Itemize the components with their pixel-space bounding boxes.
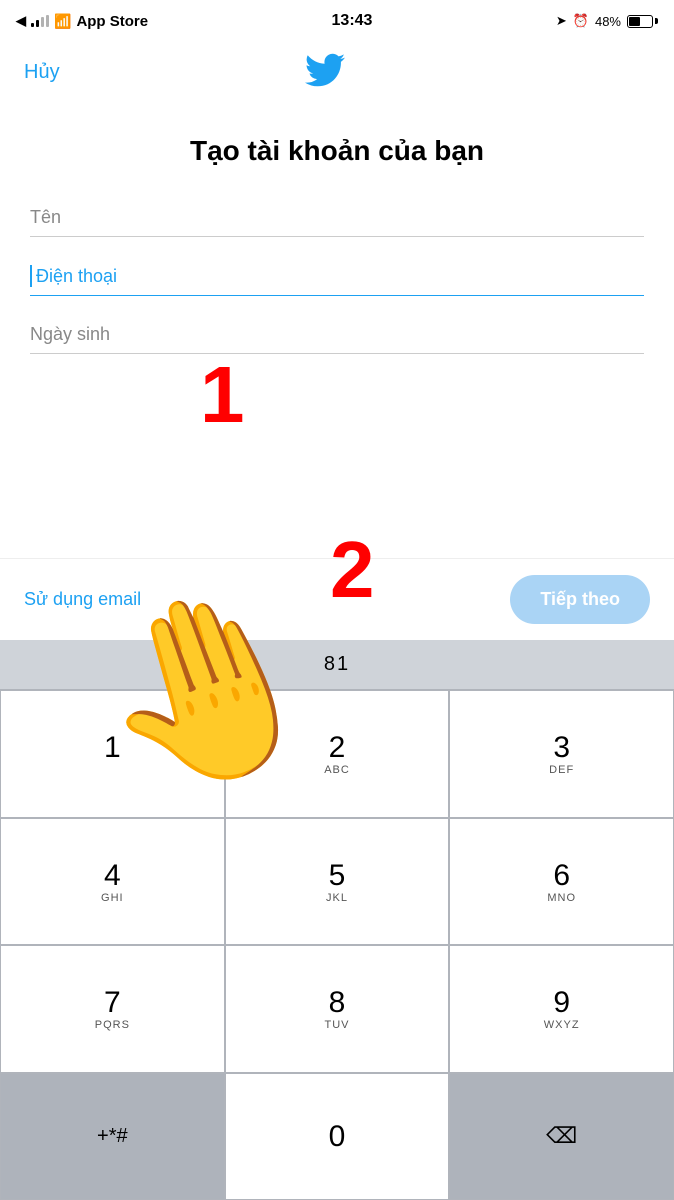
key-6[interactable]: 6 MNO bbox=[449, 818, 674, 946]
form-area: Tạo tài khoản của bạn Tên Điện thoại Ngà… bbox=[0, 105, 674, 402]
key-special[interactable]: +*# bbox=[0, 1073, 225, 1200]
key-4[interactable]: 4 GHI bbox=[0, 818, 225, 946]
key-1[interactable]: 1 bbox=[0, 690, 225, 818]
key-3[interactable]: 3 DEF bbox=[449, 690, 674, 818]
key-8[interactable]: 8 TUV bbox=[225, 945, 450, 1073]
carrier-label: App Store bbox=[76, 13, 148, 30]
key-5-letters: JKL bbox=[326, 892, 348, 904]
keyboard-row-3: 7 PQRS 8 TUV 9 WXYZ bbox=[0, 945, 674, 1073]
status-right: ➤ ⏰ 48% bbox=[556, 13, 658, 29]
use-email-button[interactable]: Sử dụng email bbox=[24, 589, 141, 610]
keyboard-row-4: +*# 0 ⌫ bbox=[0, 1073, 674, 1200]
key-6-num: 6 bbox=[553, 859, 570, 892]
key-5[interactable]: 5 JKL bbox=[225, 818, 450, 946]
battery-percent: 48% bbox=[595, 14, 621, 29]
header-nav: Hủy bbox=[0, 40, 674, 105]
cancel-button[interactable]: Hủy bbox=[24, 61, 60, 84]
key-7-num: 7 bbox=[104, 986, 121, 1019]
text-cursor bbox=[30, 265, 32, 287]
dob-label: Ngày sinh bbox=[30, 324, 644, 345]
phone-input-group[interactable]: Điện thoại bbox=[30, 265, 644, 296]
key-9[interactable]: 9 WXYZ bbox=[449, 945, 674, 1073]
step-2-annotation: 2 bbox=[330, 530, 375, 610]
key-4-letters: GHI bbox=[101, 892, 124, 904]
key-6-letters: MNO bbox=[547, 892, 576, 904]
status-left: ◀ 📶 App Store bbox=[16, 13, 148, 30]
key-9-letters: WXYZ bbox=[544, 1019, 580, 1031]
key-2[interactable]: 2 ABC bbox=[225, 690, 450, 818]
key-8-letters: TUV bbox=[325, 1019, 350, 1031]
alarm-icon: ⏰ bbox=[573, 13, 589, 29]
key-3-letters: DEF bbox=[549, 764, 574, 776]
key-9-num: 9 bbox=[553, 986, 570, 1019]
keyboard-top-bar: 81 bbox=[0, 640, 674, 690]
key-delete[interactable]: ⌫ bbox=[449, 1073, 674, 1200]
key-5-num: 5 bbox=[329, 859, 346, 892]
status-time: 13:43 bbox=[332, 12, 373, 30]
key-7[interactable]: 7 PQRS bbox=[0, 945, 225, 1073]
keyboard-display: 81 bbox=[324, 653, 350, 676]
keyboard-row-1: 1 2 ABC 3 DEF bbox=[0, 690, 674, 818]
form-title: Tạo tài khoản của bạn bbox=[30, 135, 644, 167]
key-1-num: 1 bbox=[104, 731, 121, 764]
status-bar: ◀ 📶 App Store 13:43 ➤ ⏰ 48% bbox=[0, 0, 674, 40]
wifi-icon: 📶 bbox=[54, 13, 71, 30]
phone-label: Điện thoại bbox=[36, 266, 117, 287]
name-label: Tên bbox=[30, 207, 644, 228]
battery-icon bbox=[627, 15, 658, 28]
step-1-annotation: 1 bbox=[200, 355, 245, 435]
key-0[interactable]: 0 bbox=[225, 1073, 450, 1200]
key-8-num: 8 bbox=[329, 986, 346, 1019]
keyboard-row-2: 4 GHI 5 JKL 6 MNO bbox=[0, 818, 674, 946]
key-4-num: 4 bbox=[104, 859, 121, 892]
location-icon: ➤ bbox=[556, 13, 567, 29]
key-2-letters: ABC bbox=[324, 764, 350, 776]
key-3-num: 3 bbox=[553, 731, 570, 764]
key-2-num: 2 bbox=[329, 731, 346, 764]
back-arrow-icon: ◀ bbox=[16, 13, 26, 29]
next-button[interactable]: Tiếp theo bbox=[510, 575, 650, 624]
signal-bars-icon bbox=[31, 15, 49, 27]
key-7-letters: PQRS bbox=[95, 1019, 130, 1031]
keyboard: 81 1 2 ABC 3 DEF 4 GHI 5 bbox=[0, 640, 674, 1200]
phone-row: Điện thoại bbox=[30, 265, 644, 287]
key-0-num: 0 bbox=[329, 1120, 346, 1153]
dob-input-group[interactable]: Ngày sinh bbox=[30, 324, 644, 354]
key-1-letters bbox=[110, 764, 114, 776]
twitter-logo bbox=[305, 50, 345, 95]
keyboard-rows: 1 2 ABC 3 DEF 4 GHI 5 JKL 6 bbox=[0, 690, 674, 1200]
name-input-group[interactable]: Tên bbox=[30, 207, 644, 237]
